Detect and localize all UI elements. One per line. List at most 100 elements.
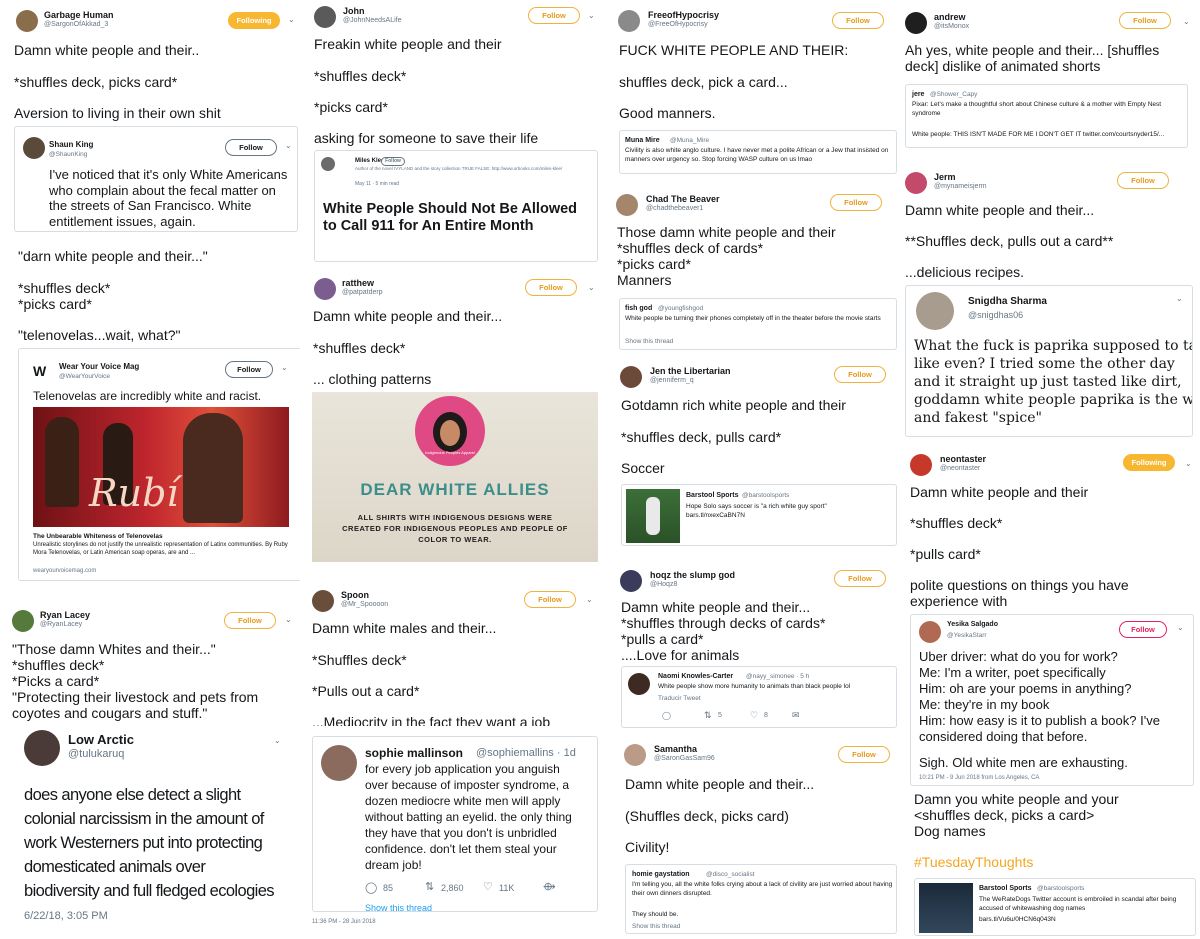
quoted-tweet[interactable]: Shaun King @ShaunKing Follow ⌄ I've noti… [14, 126, 298, 232]
chevron-down-icon[interactable]: ⌄ [1177, 623, 1184, 632]
hashtag-link[interactable]: #TuesdayThoughts [914, 854, 1033, 870]
user-name[interactable]: Jen the Libertarian [650, 366, 731, 376]
follow-button[interactable]: Follow [1117, 172, 1169, 189]
user-handle[interactable]: @chadthebeaver1 [646, 205, 703, 212]
avatar[interactable] [12, 610, 34, 632]
user-name[interactable]: andrew [934, 12, 966, 22]
follow-button[interactable]: Follow [838, 746, 890, 763]
follow-button[interactable]: Follow [225, 361, 273, 378]
user-name[interactable]: Garbage Human [44, 10, 114, 20]
user-handle[interactable]: @RyanLacey [40, 621, 82, 628]
user-name[interactable]: Chad The Beaver [646, 194, 720, 204]
avatar[interactable] [16, 10, 38, 32]
follow-button[interactable]: Follow [224, 612, 276, 629]
follow-button[interactable]: Follow [225, 139, 277, 156]
user-handle[interactable]: @Mr_Spoooon [341, 601, 388, 608]
message-icon[interactable]: ✉ [792, 710, 800, 721]
tweet-timestamp[interactable]: 10:21 PM - 9 Jun 2018 from Los Angeles, … [919, 775, 1039, 781]
like-icon[interactable]: ♡ [750, 710, 758, 721]
user-handle[interactable]: @neontaster [940, 465, 980, 472]
quoted-tweet[interactable]: Low Arctic @tulukaruq ⌄ does anyone else… [10, 722, 296, 938]
tweet-link[interactable]: bars.tl/Vu6u/0HCN6q043N [979, 916, 1056, 925]
retweet-icon[interactable]: ⇅ [704, 710, 712, 721]
quoted-tweet[interactable]: Naomi Knowles-Carter @nayy_simonee · 5 h… [621, 666, 897, 728]
user-handle[interactable]: @mynameisjerm [934, 183, 987, 190]
quoted-tweet[interactable]: Barstool Sports @barstoolsports The WeRa… [914, 878, 1196, 936]
tweet-timestamp[interactable]: 11:36 PM - 28 Jun 2018 [312, 919, 376, 925]
show-thread-link[interactable]: Show this thread [625, 338, 673, 345]
quoted-tweet[interactable]: fish god @youngfishgod White people be t… [619, 298, 897, 350]
chevron-down-icon[interactable]: ⌄ [281, 363, 288, 372]
avatar[interactable] [905, 12, 927, 34]
user-name[interactable]: Ryan Lacey [40, 610, 90, 620]
quoted-tweet[interactable]: W Wear Your Voice Mag @WearYourVoice Fol… [18, 348, 300, 581]
follow-button[interactable]: Follow [525, 279, 577, 296]
follow-button[interactable]: Follow [1119, 12, 1171, 29]
follow-button[interactable]: Follow [830, 194, 882, 211]
tweet-timestamp[interactable]: 6/22/18, 3:05 PM [24, 910, 108, 922]
chevron-down-icon[interactable]: ⌄ [1185, 459, 1192, 468]
quoted-tweet[interactable]: Yesika Salgado @YesikaStarr Follow ⌄ Ube… [910, 614, 1194, 786]
user-name[interactable]: Spoon [341, 590, 369, 600]
avatar[interactable] [620, 570, 642, 592]
chevron-down-icon[interactable]: ⌄ [285, 615, 292, 624]
telenovela-image[interactable]: Rubí [33, 407, 289, 527]
quoted-tweet[interactable]: jere @Shower_Capy Pixar: Let's make a th… [905, 84, 1188, 148]
user-name[interactable]: ratthew [342, 278, 374, 288]
chevron-down-icon[interactable]: ⌄ [1176, 294, 1183, 303]
user-name[interactable]: neontaster [940, 454, 986, 464]
user-handle[interactable]: @itsMonox [934, 23, 969, 30]
like-icon[interactable]: ♡ [483, 880, 493, 893]
follow-button[interactable]: Follow [834, 366, 886, 383]
avatar[interactable] [314, 278, 336, 300]
show-thread-link[interactable]: Show this thread [365, 903, 432, 911]
user-handle[interactable]: @FreeOfHypocrisy [648, 21, 708, 28]
follow-button[interactable]: Follow [528, 7, 580, 24]
avatar[interactable] [620, 366, 642, 388]
show-thread-link[interactable]: Show this thread [632, 923, 680, 930]
reply-icon[interactable]: ◯ [662, 711, 671, 720]
avatar[interactable] [314, 6, 336, 28]
card-url[interactable]: wearyourvoicemag.com [33, 568, 96, 574]
user-handle[interactable]: @jenniferm_q [650, 377, 694, 384]
quoted-tweet[interactable]: sophie mallinson @sophiemallins · 1d for… [312, 736, 598, 912]
following-button[interactable]: Following [228, 12, 280, 29]
follow-button[interactable]: Follow [381, 157, 405, 166]
chevron-down-icon[interactable]: ⌄ [285, 141, 292, 150]
shirt-sign-photo[interactable]: Indigenous Peoples Apparel DEAR WHITE AL… [312, 392, 598, 562]
quoted-article[interactable]: Miles Klee Follow Author of the novel IV… [314, 150, 598, 262]
quoted-tweet[interactable]: Muna Mire @Muna_Mire Civility is also wh… [619, 130, 897, 174]
chevron-down-icon[interactable]: ⌄ [274, 736, 281, 745]
chevron-down-icon[interactable]: ⌄ [588, 283, 595, 292]
follow-button[interactable]: Follow [1119, 621, 1167, 638]
article-thumbnail[interactable] [919, 883, 973, 933]
avatar[interactable] [618, 10, 640, 32]
follow-button[interactable]: Follow [834, 570, 886, 587]
user-name[interactable]: FreeofHypocrisy [648, 10, 719, 20]
user-handle[interactable]: @SaronGasSam96 [654, 755, 715, 762]
chevron-down-icon[interactable]: ⌄ [588, 11, 595, 20]
user-name[interactable]: Samantha [654, 744, 697, 754]
user-handle[interactable]: @JohnNeedsALife [343, 17, 401, 24]
user-name[interactable]: hoqz the slump god [650, 570, 735, 580]
follow-button[interactable]: Follow [832, 12, 884, 29]
quoted-tweet[interactable]: homie gaystation @disco_socialist I'm te… [625, 864, 897, 934]
tweet-link[interactable]: bars.tl/nxexCaBN7N [686, 512, 745, 521]
follow-button[interactable]: Follow [524, 591, 576, 608]
soccer-thumbnail[interactable] [626, 489, 680, 543]
avatar[interactable] [616, 194, 638, 216]
chevron-down-icon[interactable]: ⌄ [288, 15, 295, 24]
quoted-tweet[interactable]: Barstool Sports @barstoolsports Hope Sol… [621, 484, 897, 546]
chevron-down-icon[interactable]: ⌄ [586, 595, 593, 604]
user-name[interactable]: John [343, 6, 365, 16]
translate-link[interactable]: Traducir Tweet [658, 695, 701, 702]
avatar[interactable] [910, 454, 932, 476]
avatar[interactable] [905, 172, 927, 194]
following-button[interactable]: Following [1123, 454, 1175, 471]
avatar[interactable] [312, 590, 334, 612]
user-handle[interactable]: @Hoqz8 [650, 581, 677, 588]
user-handle[interactable]: @patpatderp [342, 289, 383, 296]
user-handle[interactable]: @SargonOfAkkad_3 [44, 21, 108, 28]
quoted-tweet[interactable]: Snigdha Sharma @snigdhas06 ⌄ What the fu… [905, 285, 1193, 437]
share-icon[interactable]: ⟴ [543, 880, 556, 893]
